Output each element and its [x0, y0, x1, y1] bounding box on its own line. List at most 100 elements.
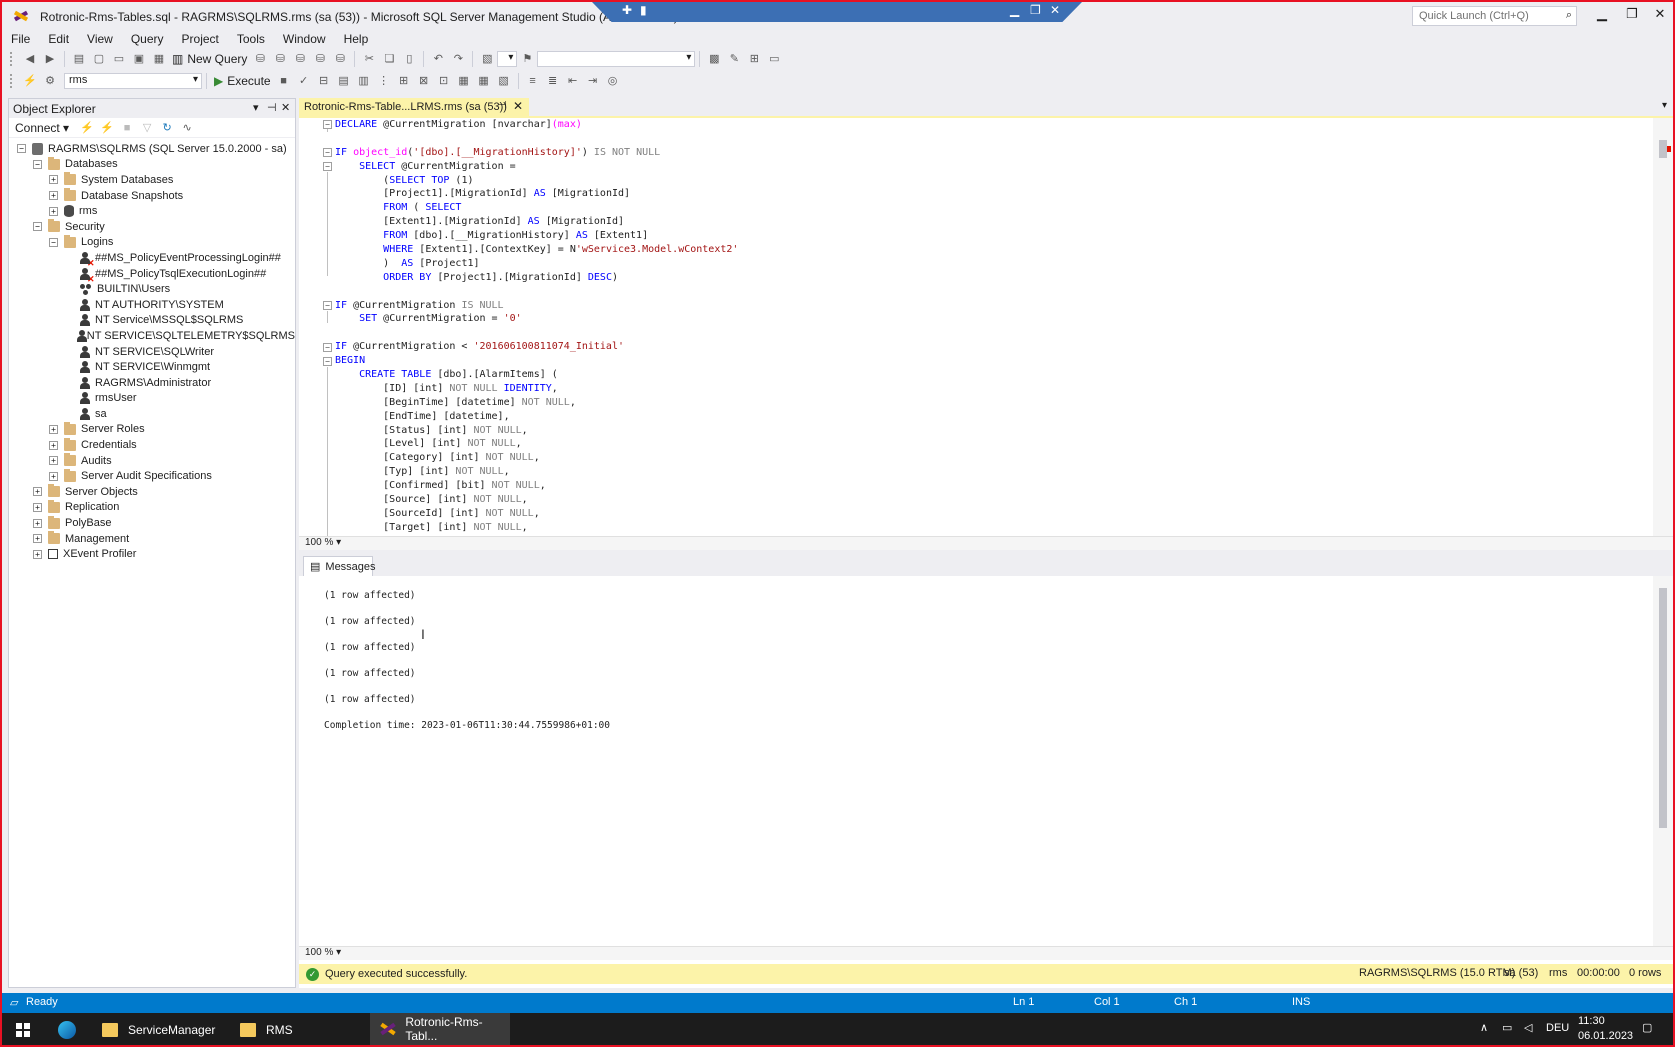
- menu-view[interactable]: View: [78, 32, 122, 46]
- sql-code[interactable]: DECLARE @CurrentMigration [nvarchar](max…: [335, 118, 738, 535]
- collapse-icon[interactable]: −: [323, 301, 332, 310]
- code-line[interactable]: [BeginTime] [datetime] NOT NULL,: [335, 396, 738, 410]
- expand-icon[interactable]: +: [49, 456, 58, 466]
- tree-node[interactable]: + Replication: [9, 499, 295, 516]
- language-indicator[interactable]: DEU: [1546, 1022, 1569, 1034]
- find-in-files-icon[interactable]: ⚑: [519, 52, 535, 66]
- code-line[interactable]: (SELECT TOP (1): [335, 174, 738, 188]
- tree-node[interactable]: − Security: [9, 219, 295, 235]
- save-icon[interactable]: ▣: [131, 52, 147, 66]
- client-stats-icon[interactable]: ⊡: [436, 74, 452, 88]
- tree-node[interactable]: NT Service\MSSQL$SQLRMS: [9, 313, 295, 329]
- menu-query[interactable]: Query: [122, 32, 173, 46]
- code-line[interactable]: [335, 132, 738, 146]
- menu-tools[interactable]: Tools: [228, 32, 274, 46]
- close-icon[interactable]: ✕: [281, 101, 290, 114]
- close-tab-icon[interactable]: ✕: [513, 99, 523, 113]
- volume-icon[interactable]: ◁: [1524, 1021, 1532, 1034]
- code-line[interactable]: SET @CurrentMigration = '0': [335, 312, 738, 326]
- forward-icon[interactable]: ▶: [42, 52, 58, 66]
- query-document-tab[interactable]: Rotronic-Rms-Table...LRMS.rms (sa (53)) …: [299, 98, 529, 116]
- tree-node[interactable]: RAGRMS\Administrator: [9, 375, 295, 391]
- expand-icon[interactable]: +: [33, 518, 42, 528]
- collapse-icon[interactable]: −: [323, 357, 332, 366]
- collapse-icon[interactable]: −: [17, 144, 26, 154]
- clock-time[interactable]: 11:30: [1578, 1015, 1605, 1027]
- menu-file[interactable]: File: [2, 32, 39, 46]
- results-zoom-combo[interactable]: 100 % ▾: [303, 947, 351, 960]
- taskbar-app-servicemanager[interactable]: ServiceManager: [102, 1013, 232, 1045]
- options-icon[interactable]: ▭: [766, 52, 782, 66]
- tray-expand-icon[interactable]: ∧: [1480, 1021, 1488, 1034]
- tree-node[interactable]: sa: [9, 406, 295, 422]
- collapse-icon[interactable]: −: [49, 237, 58, 247]
- execute-button[interactable]: ▶ Execute: [214, 74, 271, 88]
- code-line[interactable]: [Category] [int] NOT NULL,: [335, 451, 738, 465]
- collapse-icon[interactable]: −: [323, 148, 332, 157]
- display-plan-icon[interactable]: ⊟: [316, 74, 332, 88]
- code-line[interactable]: [SourceId] [int] NOT NULL,: [335, 507, 738, 521]
- solution-config-combo[interactable]: [497, 51, 518, 67]
- code-line[interactable]: IF object_id('[dbo].[__MigrationHistory]…: [335, 146, 738, 160]
- collapse-icon[interactable]: −: [323, 120, 332, 129]
- restore-button[interactable]: ❐: [1618, 6, 1646, 22]
- collapse-icon[interactable]: −: [323, 162, 332, 171]
- expand-icon[interactable]: +: [33, 534, 42, 544]
- remote-minimize-icon[interactable]: ▁: [1010, 3, 1019, 17]
- tree-node[interactable]: − RAGRMS\SQLRMS (SQL Server 15.0.2000 - s…: [9, 141, 295, 157]
- tree-node[interactable]: + Credentials: [9, 437, 295, 453]
- edge-taskbar-button[interactable]: [58, 1013, 76, 1045]
- code-line[interactable]: ) AS [Project1]: [335, 257, 738, 271]
- collapse-icon[interactable]: −: [33, 159, 42, 169]
- toolbox-icon[interactable]: ⊞: [746, 52, 762, 66]
- tree-node[interactable]: NT SERVICE\SQLWriter: [9, 344, 295, 360]
- tree-node[interactable]: + Database Snapshots: [9, 188, 295, 204]
- query-designer-icon[interactable]: ▤: [336, 74, 352, 88]
- code-line[interactable]: [ID] [int] NOT NULL IDENTITY,: [335, 382, 738, 396]
- disconnect-icon[interactable]: ⚡: [99, 121, 115, 135]
- expand-icon[interactable]: +: [49, 440, 58, 450]
- code-line[interactable]: [Typ] [int] NOT NULL,: [335, 465, 738, 479]
- editor-vertical-scrollbar[interactable]: [1653, 118, 1673, 536]
- expand-icon[interactable]: +: [49, 424, 58, 434]
- expand-icon[interactable]: +: [49, 175, 58, 185]
- new-project-icon[interactable]: ▤: [71, 52, 87, 66]
- analysis-dmx-query-icon[interactable]: ⛁: [292, 52, 308, 66]
- actual-plan-icon[interactable]: ⊞: [396, 74, 412, 88]
- parse-icon[interactable]: ✓: [296, 74, 312, 88]
- increase-indent-icon[interactable]: ⇥: [585, 74, 601, 88]
- code-line[interactable]: [Level] [int] NOT NULL,: [335, 437, 738, 451]
- start-button[interactable]: [16, 1013, 30, 1045]
- code-line[interactable]: FROM ( SELECT: [335, 201, 738, 215]
- tree-node[interactable]: NT SERVICE\Winmgmt: [9, 359, 295, 375]
- comment-icon[interactable]: ≡: [525, 74, 541, 88]
- expand-icon[interactable]: +: [33, 549, 42, 559]
- editor-scroll-thumb[interactable]: [1659, 140, 1667, 158]
- connect-icon[interactable]: ⚡: [22, 74, 38, 88]
- code-line[interactable]: [Confirmed] [bit] NOT NULL,: [335, 479, 738, 493]
- tree-node[interactable]: + System Databases: [9, 172, 295, 188]
- taskbar-app-rms[interactable]: RMS: [240, 1013, 350, 1045]
- new-file-icon[interactable]: ▢: [91, 52, 107, 66]
- stop-icon[interactable]: ■: [119, 121, 135, 135]
- decrease-indent-icon[interactable]: ⇤: [565, 74, 581, 88]
- remote-session-bar[interactable]: ✚ ▮ ▁ ❐ ✕: [592, 2, 1082, 22]
- tree-node[interactable]: + rms: [9, 203, 295, 219]
- code-line[interactable]: ORDER BY [Project1].[MigrationId] DESC): [335, 271, 738, 285]
- code-line[interactable]: SELECT @CurrentMigration =: [335, 160, 738, 174]
- collapse-icon[interactable]: −: [33, 222, 42, 232]
- intellisense-icon[interactable]: ⋮: [376, 74, 392, 88]
- refresh-icon[interactable]: ↻: [159, 121, 175, 135]
- specify-values-icon[interactable]: ◎: [605, 74, 621, 88]
- analysis-xmla-query-icon[interactable]: ⛁: [312, 52, 328, 66]
- tree-node[interactable]: + Server Roles: [9, 421, 295, 438]
- clock-date[interactable]: 06.01.2023: [1578, 1030, 1633, 1042]
- save-all-icon[interactable]: ▦: [151, 52, 167, 66]
- filter-icon[interactable]: ▽: [139, 121, 155, 135]
- taskbar-app-ssms[interactable]: Rotronic-Rms-Tabl...: [370, 1013, 510, 1045]
- cancel-query-icon[interactable]: ■: [276, 74, 292, 88]
- code-line[interactable]: [Status] [int] NOT NULL,: [335, 424, 738, 438]
- results-text-icon[interactable]: ▦: [456, 74, 472, 88]
- code-line[interactable]: [Project1].[MigrationId] AS [MigrationId…: [335, 187, 738, 201]
- toolbar-grip[interactable]: [10, 74, 16, 88]
